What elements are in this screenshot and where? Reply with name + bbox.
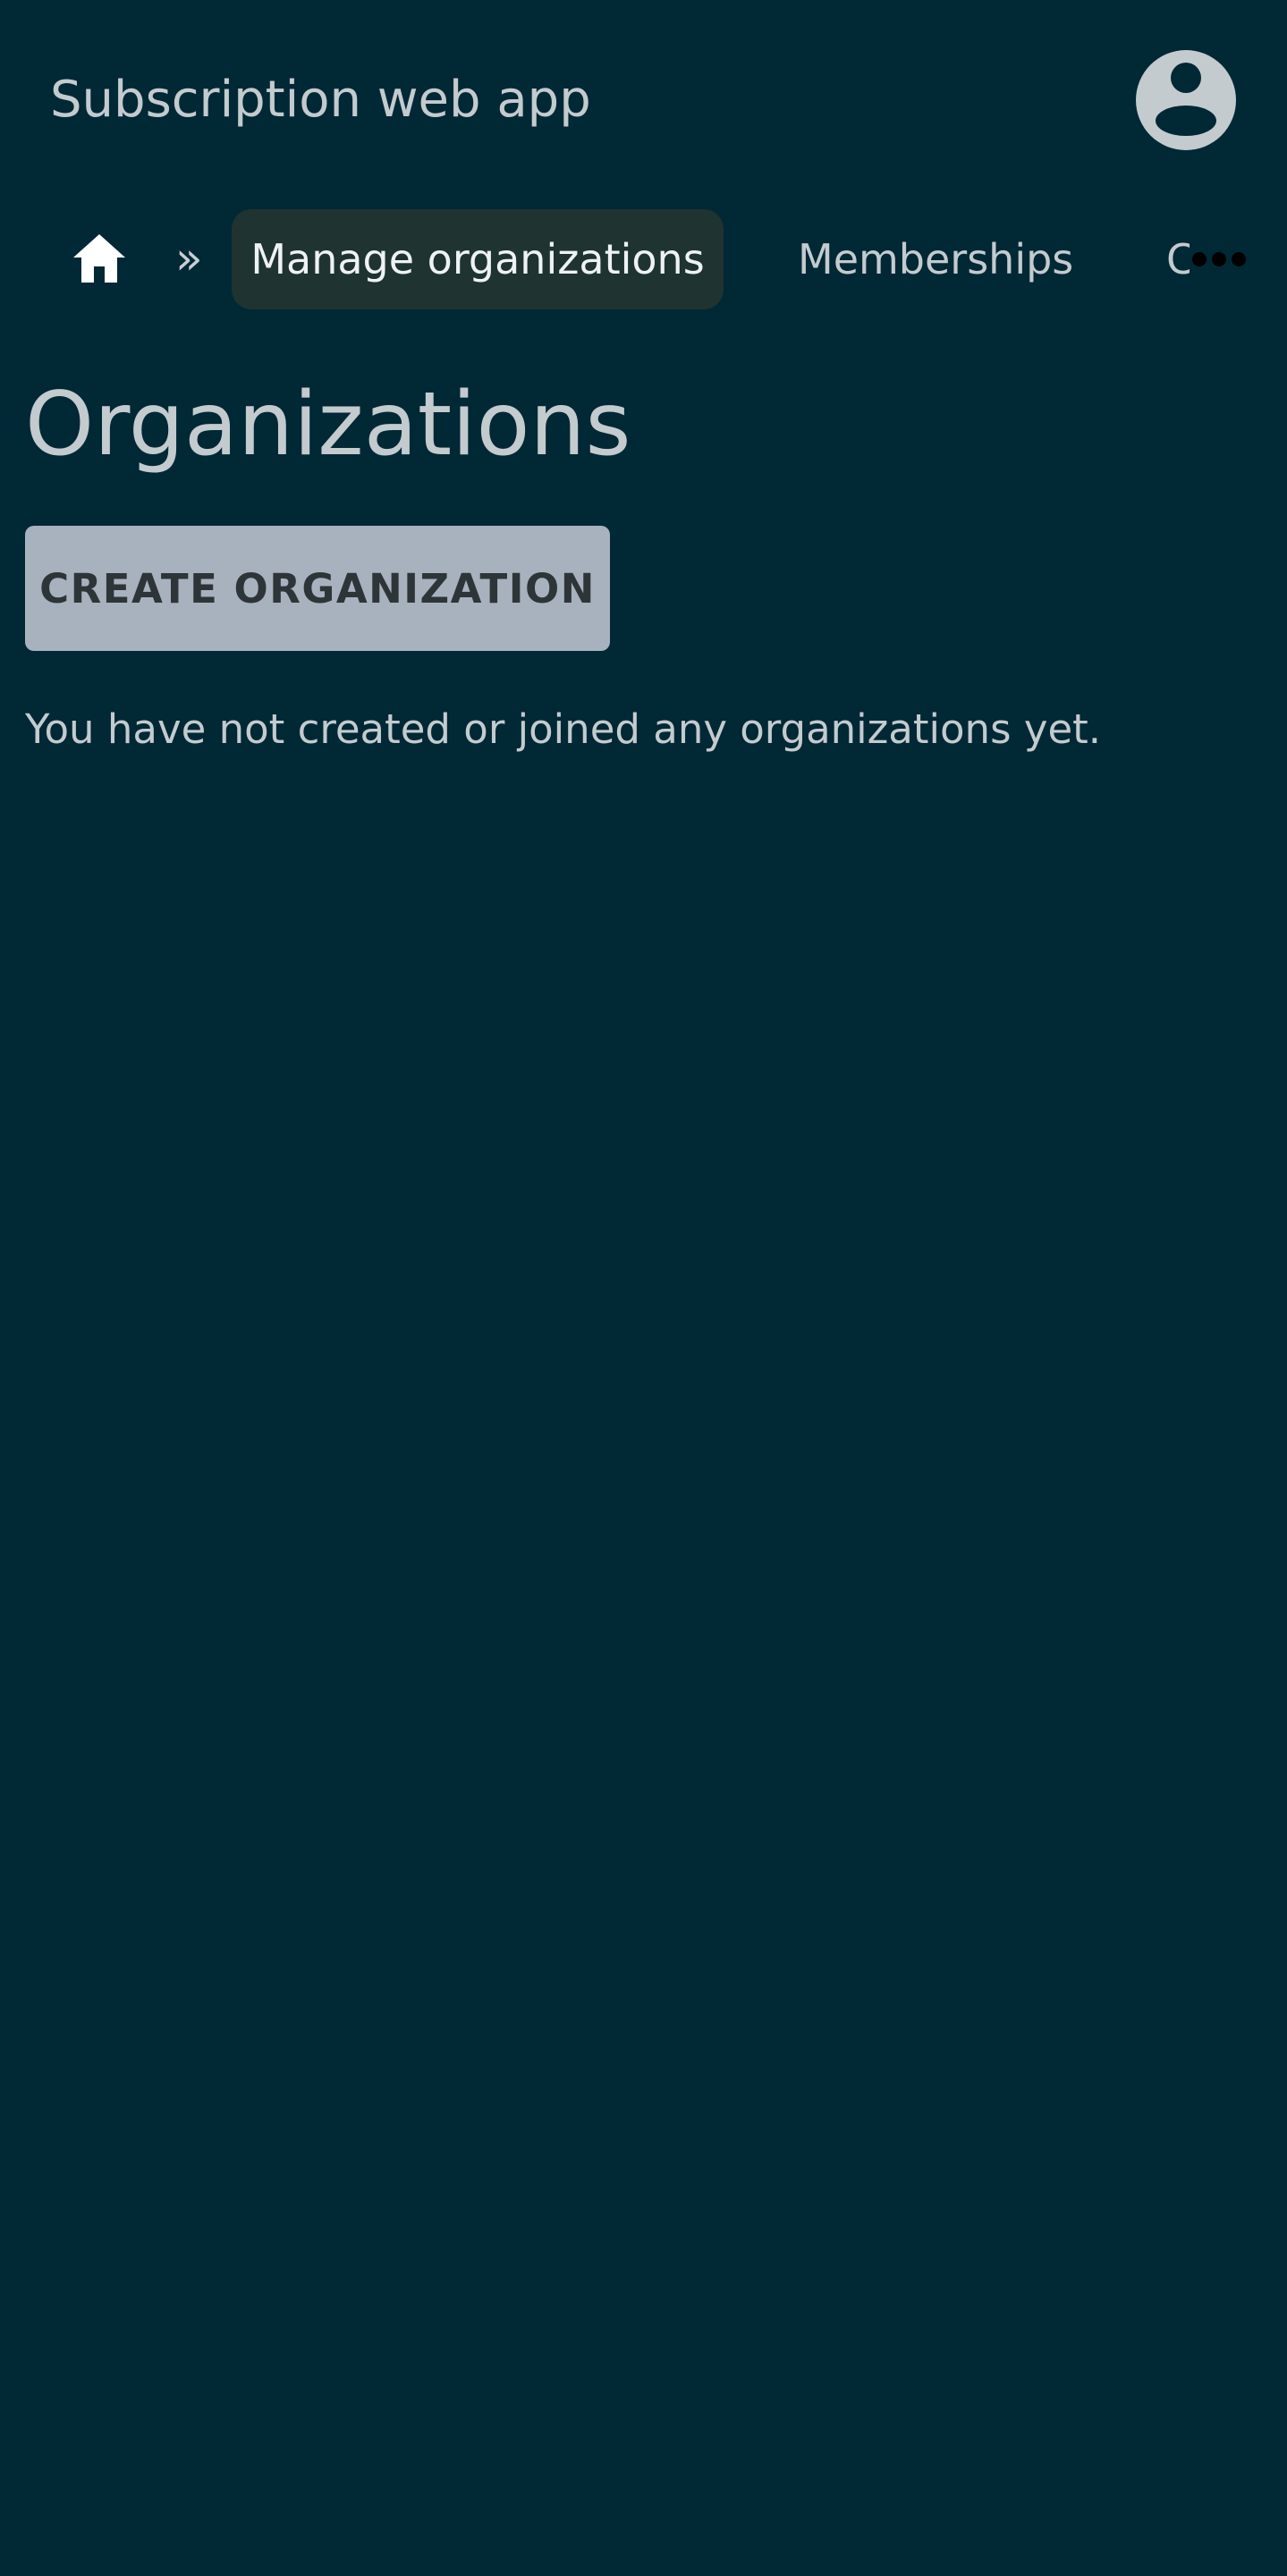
account-button[interactable] [1134,48,1238,152]
tab-manage-organizations[interactable]: Manage organizations [232,209,724,309]
page-title: Organizations [25,374,631,476]
app-bar: Subscription web app [0,0,1287,197]
empty-state-message: You have not created or joined any organ… [25,705,1102,753]
account-circle-icon [1136,50,1236,150]
breadcrumb-nav: » Manage organizations Memberships C [0,207,1287,311]
nav-overflow-button[interactable] [1190,240,1249,279]
more-horizontal-icon [1192,252,1246,266]
create-organization-button[interactable]: CREATE ORGANIZATION [25,526,610,651]
app-title: Subscription web app [50,71,591,129]
tab-memberships[interactable]: Memberships [798,209,1073,309]
home-button[interactable] [70,231,129,286]
breadcrumb-separator: » [175,232,203,284]
home-icon [73,234,125,283]
